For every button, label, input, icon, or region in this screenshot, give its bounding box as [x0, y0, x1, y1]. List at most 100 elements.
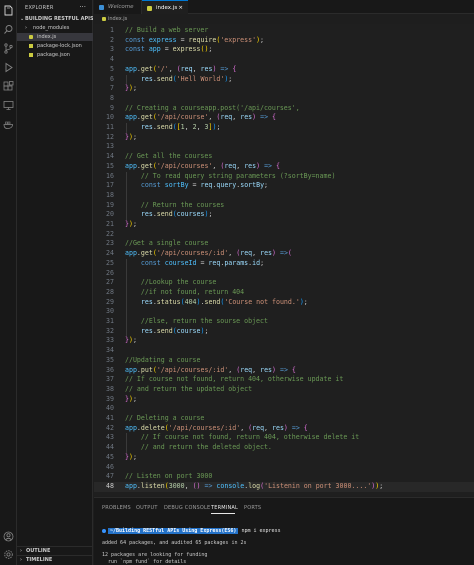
code-line[interactable]: 40 — [94, 404, 474, 414]
timeline-section[interactable]: › TIMELINE — [17, 555, 93, 564]
tab-debug-console[interactable]: DEBUG CONSOLE — [164, 505, 210, 511]
code-line[interactable]: 32 res.send(course); — [94, 327, 474, 337]
code-line[interactable]: 36 app.put('/api/courses/:id', (req, res)… — [94, 366, 474, 376]
code-line[interactable]: 21}); — [94, 220, 474, 230]
code-line[interactable]: 10 app.get('/api/course', (req, res) => { — [94, 113, 474, 123]
tree-item-label: index.js — [37, 34, 57, 40]
code-line[interactable]: 19 // Return the courses — [94, 201, 474, 211]
code-line[interactable]: 18 — [94, 191, 474, 201]
account-icon[interactable] — [3, 531, 14, 542]
code-token: , — [168, 64, 177, 73]
code-line[interactable]: 30 — [94, 307, 474, 317]
code-line[interactable]: 27 //Lookup the course — [94, 278, 474, 288]
code-text: }); — [125, 453, 137, 463]
editor-tab-bar: Welcome index.js × — [94, 0, 474, 14]
code-line[interactable]: 24 app.get('/api/courses/:id', (req, res)… — [94, 249, 474, 259]
code-line[interactable]: 3 const app = express(); — [94, 45, 474, 55]
code-line[interactable]: 4 — [94, 55, 474, 65]
tab-index-js[interactable]: index.js × — [142, 0, 188, 14]
code-line[interactable]: 15 app.get('/api/courses', (req, res) => … — [94, 162, 474, 172]
terminal-prompt-line[interactable]: ~/Building RESTful APIs Using Express(ES… — [102, 528, 281, 534]
code-token: => — [200, 481, 217, 490]
tab-problems[interactable]: PROBLEMS — [102, 505, 131, 511]
tab-terminal[interactable]: TERMINAL — [211, 505, 238, 511]
code-token: req — [240, 365, 253, 374]
code-line[interactable]: 33}); — [94, 336, 474, 346]
remote-explorer-icon[interactable] — [3, 100, 14, 111]
explorer-more-icon[interactable]: ··· — [79, 3, 86, 11]
line-number: 10 — [106, 113, 114, 122]
close-icon[interactable]: × — [178, 1, 183, 15]
indent-guide — [126, 433, 127, 453]
line-number: 22 — [106, 229, 114, 238]
breadcrumb[interactable]: index.js — [94, 15, 474, 23]
code-line[interactable]: 31 //Else, return the sourse object — [94, 317, 474, 327]
activity-bar — [0, 0, 17, 565]
code-line[interactable]: 42 app.delete('/api/courses/:id', (req, r… — [94, 424, 474, 434]
code-line[interactable]: 38 // and return the updated object — [94, 385, 474, 395]
explorer-icon[interactable] — [3, 5, 14, 16]
code-line[interactable]: 47 // Listen on port 3000 — [94, 472, 474, 482]
source-control-icon[interactable] — [3, 43, 14, 54]
code-editor[interactable]: 1 // Build a web server 2 const express = r… — [94, 24, 474, 496]
tab-welcome[interactable]: Welcome — [94, 0, 142, 14]
line-number: 12 — [106, 132, 114, 141]
code-line[interactable]: 2 const express = require('express'); — [94, 36, 474, 46]
code-line[interactable]: 7}); — [94, 84, 474, 94]
code-line[interactable]: 20 res.send(courses); — [94, 210, 474, 220]
code-token: ; — [132, 452, 137, 461]
code-line[interactable]: 44 // and return the deleted object. — [94, 443, 474, 453]
tree-item-package-json[interactable]: package.json — [17, 51, 93, 59]
line-number: 13 — [106, 142, 114, 151]
code-text: res.send([1, 2, 3]); — [125, 123, 221, 133]
code-token: app — [125, 481, 137, 490]
code-token: () — [192, 481, 201, 490]
code-line[interactable]: 8 — [94, 94, 474, 104]
code-line[interactable]: 39}); — [94, 395, 474, 405]
code-token: => — [256, 113, 273, 122]
code-token: 3000 — [168, 481, 185, 490]
line-number: 43 — [106, 433, 114, 442]
code-token: ; — [132, 84, 137, 93]
code-line[interactable]: 28 //if not found, return 404 — [94, 288, 474, 298]
code-line[interactable]: 11 res.send([1, 2, 3]); — [94, 123, 474, 133]
code-line[interactable]: 6 res.send('Hell World'); — [94, 75, 474, 85]
code-line[interactable]: 48 app.listen(3000, () => console.log('Li… — [94, 481, 474, 492]
code-line[interactable]: 17 const sortBy = req.query.sortBy; — [94, 181, 474, 191]
code-line[interactable]: 1 // Build a web server — [94, 26, 474, 36]
code-line[interactable]: 23 //Get a single course — [94, 239, 474, 249]
code-line[interactable]: 29 res.status(404).send('Course not foun… — [94, 298, 474, 308]
code-line[interactable]: 46 — [94, 463, 474, 473]
code-line[interactable]: 13 — [94, 142, 474, 152]
line-number: 17 — [106, 181, 114, 190]
code-line[interactable]: 9 // Creating a courseapp.post('/api/cour… — [94, 104, 474, 114]
tree-item-index-js[interactable]: index.js — [17, 33, 93, 41]
code-line[interactable]: 45}); — [94, 453, 474, 463]
code-line[interactable]: 43 // If course not found, return 404, o… — [94, 433, 474, 443]
code-line[interactable]: 5 app.get('/', (req, res) => { — [94, 65, 474, 75]
search-icon[interactable] — [3, 24, 14, 35]
code-line[interactable]: 34 — [94, 346, 474, 356]
tab-ports[interactable]: PORTS — [244, 505, 261, 511]
settings-gear-icon[interactable] — [3, 549, 14, 560]
extensions-icon[interactable] — [3, 81, 14, 92]
tree-item-package-lock[interactable]: package-lock.json — [17, 42, 93, 50]
tab-output[interactable]: OUTPUT — [136, 505, 158, 511]
run-debug-icon[interactable] — [3, 62, 14, 73]
code-line[interactable]: 12}); — [94, 133, 474, 143]
code-line[interactable]: 35 //Updating a course — [94, 356, 474, 366]
code-line[interactable]: 25 const courseId = req.params.id; — [94, 259, 474, 269]
code-line[interactable]: 14 // Get all the courses — [94, 152, 474, 162]
project-folder[interactable]: ⌄ BUILDING RESTFUL APIS U... — [17, 15, 93, 23]
code-line[interactable]: 16 // To read query string parameters (?… — [94, 172, 474, 182]
code-line[interactable]: 26 — [94, 269, 474, 279]
code-line[interactable]: 37 // If course not found, return 404, ot… — [94, 375, 474, 385]
docker-icon[interactable] — [3, 119, 14, 130]
tree-item-node-modules[interactable]: › node_modules — [17, 24, 93, 32]
line-number: 42 — [106, 423, 114, 432]
code-line[interactable]: 41 // Deleting a course — [94, 414, 474, 424]
outline-section[interactable]: › OUTLINE — [17, 546, 93, 555]
code-line[interactable]: 22 — [94, 230, 474, 240]
code-text: // Get all the courses — [125, 152, 212, 162]
